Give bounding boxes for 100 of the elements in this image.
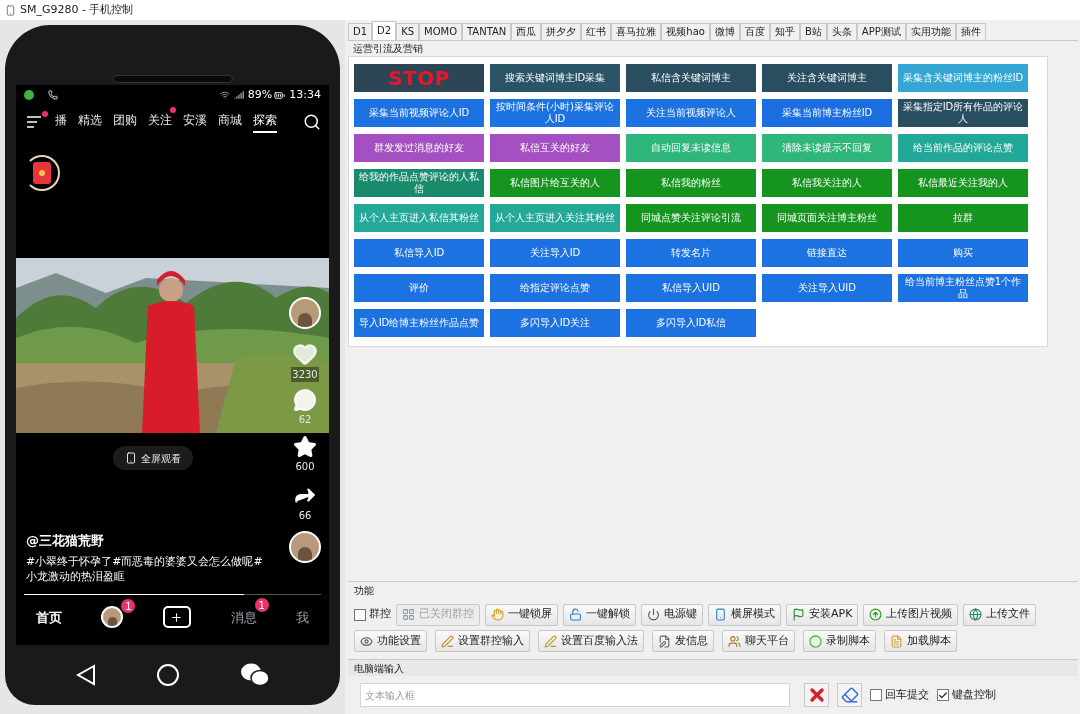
eye-icon	[360, 634, 373, 648]
action-button[interactable]: 链接直达	[762, 239, 892, 267]
tab[interactable]: D2	[372, 21, 397, 40]
action-button[interactable]: 私信我关注的人	[762, 169, 892, 197]
signal-icon	[233, 90, 244, 100]
tab[interactable]: 西瓜	[511, 23, 542, 40]
add-button[interactable]	[163, 606, 191, 628]
action-button[interactable]: 采集当前视频评论人ID	[354, 99, 484, 127]
nav-label[interactable]: 消息	[230, 610, 257, 625]
section-title: 电脑端输入	[354, 661, 404, 676]
function-button[interactable]: 加载脚本	[884, 630, 957, 652]
function-button[interactable]: 上传文件	[963, 603, 1037, 626]
action-button[interactable]: 私信导入UID	[626, 274, 756, 302]
action-button[interactable]: 私信互关的好友	[490, 134, 620, 162]
function-button[interactable]: 安装APK	[786, 603, 859, 626]
action-button[interactable]: 私信含关键词博主	[626, 64, 756, 92]
tab[interactable]: 微博	[709, 23, 740, 40]
feed-tab[interactable]: 探索	[253, 111, 277, 133]
clear-button[interactable]	[804, 683, 829, 707]
action-button[interactable]: 给指定评论点赞	[490, 274, 620, 302]
action-button[interactable]: 关注当前视频评论人	[626, 99, 756, 127]
tab[interactable]: 头条	[826, 23, 857, 40]
plus-icon	[170, 610, 184, 624]
action-button[interactable]: 关注导入ID	[490, 239, 620, 267]
action-button[interactable]: 给我的作品点赞评论的人私信	[354, 169, 484, 197]
action-button[interactable]: 采集当前博主粉丝ID	[762, 99, 892, 127]
action-button[interactable]: 私信我的粉丝	[626, 169, 756, 197]
function-button[interactable]: 一键锁屏	[485, 603, 558, 626]
heart-icon[interactable]	[292, 341, 318, 367]
function-button[interactable]: 设置群控输入	[435, 630, 530, 652]
power-icon	[647, 608, 660, 621]
feed-tab[interactable]: 安溪	[183, 111, 207, 133]
friend-avatar[interactable]	[101, 606, 124, 628]
tab[interactable]: KS	[396, 23, 420, 40]
star-icon[interactable]	[293, 435, 317, 459]
home-icon[interactable]	[156, 664, 179, 686]
tab[interactable]: MOMO	[419, 23, 463, 40]
action-button[interactable]: 同城点赞关注评论引流	[626, 204, 756, 232]
eraser-button[interactable]	[837, 683, 862, 707]
function-button[interactable]: 功能设置	[354, 630, 427, 652]
tab[interactable]: 实用功能	[905, 23, 956, 40]
phone-icon	[714, 608, 727, 621]
upload-icon	[869, 608, 883, 621]
action-button[interactable]: 关注含关键词博主	[762, 64, 892, 92]
action-button[interactable]: 私信最近关注我的人	[898, 169, 1028, 197]
tab[interactable]: TANTAN	[462, 23, 512, 40]
function-button[interactable]: 录制脚本	[803, 630, 876, 652]
action-button[interactable]: 同城页面关注博主粉丝	[762, 204, 892, 232]
action-button[interactable]: 导入ID给博主粉丝作品点赞	[354, 309, 484, 337]
option-checkbox[interactable]: 回车提交	[870, 686, 929, 704]
tab[interactable]: 知乎	[769, 23, 800, 40]
action-button[interactable]: 多闪导入ID私信	[626, 309, 756, 337]
function-button[interactable]: 上传图片视频	[863, 603, 959, 626]
action-button[interactable]: 搜索关键词博主ID采集	[490, 64, 620, 92]
tab[interactable]: 百度	[739, 23, 770, 40]
tab[interactable]: APP测试	[856, 23, 906, 40]
text-input-field[interactable]: 文本输入框	[360, 683, 790, 707]
tab[interactable]: 拼夕夕	[541, 23, 582, 40]
search-icon[interactable]	[303, 113, 321, 131]
action-button[interactable]: 评价	[354, 274, 484, 302]
fullscreen-button[interactable]: 全屏观看	[112, 446, 193, 470]
comment-icon[interactable]	[293, 388, 317, 412]
action-button[interactable]: 私信图片给互关的人	[490, 169, 620, 197]
menu-icon[interactable]	[26, 116, 42, 128]
feed-tab[interactable]: 播	[55, 111, 67, 133]
action-button[interactable]: 关注导入UID	[762, 274, 892, 302]
feed-tab[interactable]: 团购	[113, 111, 137, 133]
action-button[interactable]: 拉群	[898, 204, 1028, 232]
music-avatar[interactable]	[289, 531, 321, 563]
back-icon[interactable]	[75, 664, 96, 686]
function-button[interactable]: 发信息	[652, 630, 714, 652]
chat-bubbles-icon[interactable]	[239, 662, 270, 688]
tab[interactable]: 红书	[581, 23, 612, 40]
tab[interactable]: D1	[348, 23, 373, 40]
function-button[interactable]: 设置百度输入法	[538, 630, 644, 652]
action-button[interactable]: 群发发过消息的好友	[354, 134, 484, 162]
nav-label[interactable]: 首页	[35, 610, 62, 625]
tab[interactable]: 视频hao	[661, 23, 710, 40]
action-button[interactable]: 按时间条件(小时)采集评论人ID	[490, 99, 620, 127]
action-button[interactable]: 多闪导入ID关注	[490, 309, 620, 337]
option-checkbox[interactable]: 键盘控制	[937, 686, 996, 704]
grid-icon	[402, 608, 415, 621]
action-button[interactable]: 转发名片	[626, 239, 756, 267]
tab[interactable]: B站	[799, 23, 827, 40]
function-button[interactable]: 聊天平台	[722, 630, 795, 652]
tab[interactable]: 喜马拉雅	[611, 23, 662, 40]
feed-tab[interactable]: 精选	[78, 111, 102, 133]
function-button[interactable]: 电源键	[641, 603, 703, 626]
action-button[interactable]: 采集指定ID所有作品的评论人	[898, 99, 1028, 127]
feed-tab[interactable]: 关注	[148, 111, 172, 133]
group-control-checkbox[interactable]: 群控	[354, 606, 391, 623]
action-button[interactable]: 私信导入ID	[354, 239, 484, 267]
tab[interactable]: 插件	[955, 23, 986, 40]
action-button[interactable]: 购买	[898, 239, 1028, 267]
action-button[interactable]: 给当前博主粉丝点赞1个作品	[898, 274, 1028, 302]
feed-tab[interactable]: 商城	[218, 111, 242, 133]
author-name[interactable]: @三花猫荒野	[26, 530, 269, 550]
function-button[interactable]: 横屏模式	[708, 603, 781, 626]
function-button[interactable]: 一键解锁	[563, 603, 636, 626]
nav-label[interactable]: 我	[296, 610, 310, 625]
